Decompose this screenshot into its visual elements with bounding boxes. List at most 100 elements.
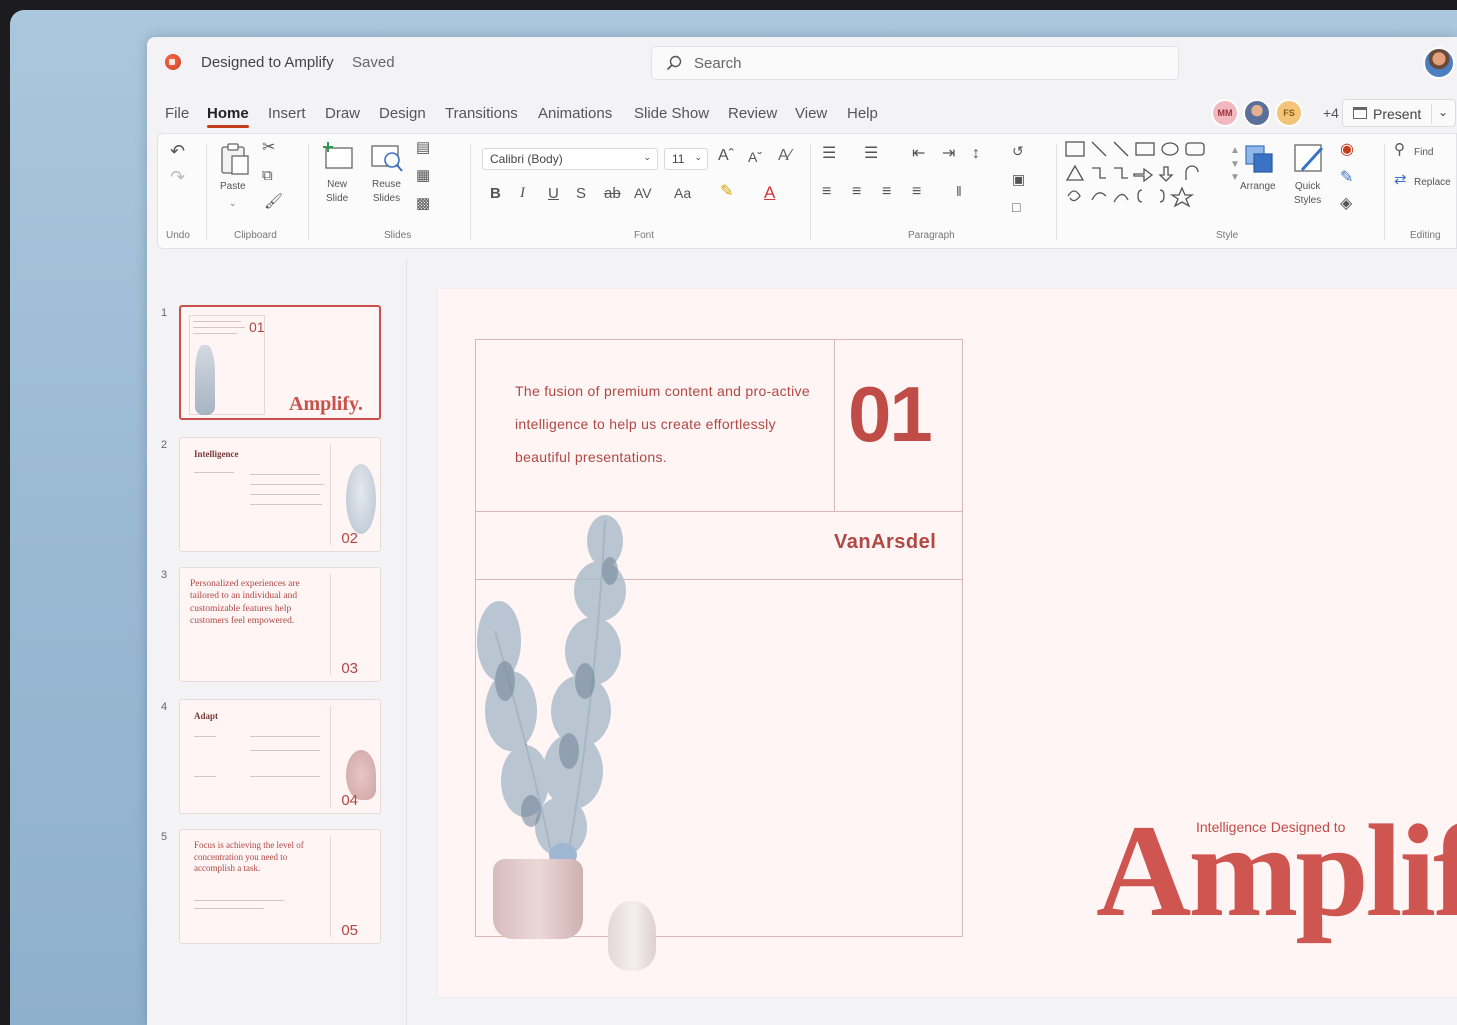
increase-indent-icon[interactable]: ⇥ — [942, 146, 955, 162]
search-icon — [666, 55, 682, 71]
smartart-icon[interactable]: □ — [1012, 200, 1020, 214]
tab-slide-show[interactable]: Slide Show — [634, 105, 709, 122]
text-direction-icon[interactable]: ↺ — [1012, 144, 1024, 158]
group-label-style: Style — [1216, 230, 1239, 241]
shapes-gallery[interactable] — [1064, 140, 1224, 210]
powerpoint-window: Designed to Amplify Saved Search File Ho… — [147, 37, 1457, 1025]
tab-help[interactable]: Help — [847, 105, 878, 122]
tab-home[interactable]: Home — [207, 105, 249, 128]
line-spacing-icon[interactable]: ↕ — [972, 146, 980, 162]
redo-icon[interactable]: ↷ — [170, 168, 185, 186]
slide-label: 03 — [341, 660, 358, 677]
shadow-button[interactable]: S — [576, 186, 586, 201]
align-left-icon[interactable]: ≡ — [822, 184, 831, 200]
arrange-icon[interactable] — [1242, 142, 1276, 176]
slide-title: Intelligence — [194, 449, 239, 459]
main-slide[interactable]: The fusion of premium content and pro-ac… — [438, 289, 1457, 997]
shape-effects-icon[interactable]: ◈ — [1340, 196, 1352, 212]
slide-headline[interactable]: Amplify. — [1096, 794, 1457, 947]
highlight-icon[interactable]: ✎ — [720, 184, 733, 200]
chevron-down-icon[interactable]: ⌄ — [1438, 105, 1448, 119]
slide-title: Focus is achieving the level of concentr… — [194, 840, 304, 874]
slide-number: 4 — [161, 701, 168, 713]
chevron-down-icon[interactable]: ⌄ — [229, 198, 237, 209]
tab-review[interactable]: Review — [728, 105, 777, 122]
slide-thumbnail-5[interactable]: Focus is achieving the level of concentr… — [179, 829, 381, 944]
reuse-slides-icon[interactable] — [370, 142, 406, 174]
slide-thumbnail-3[interactable]: Personalized experiences are tailored to… — [179, 567, 381, 682]
collaborator-avatar[interactable]: MM — [1211, 99, 1239, 127]
replace-icon[interactable]: ⇄ — [1394, 172, 1407, 187]
slide-label: 02 — [341, 530, 358, 547]
find-icon[interactable]: ⚲ — [1394, 142, 1405, 157]
font-color-icon[interactable]: A — [764, 184, 775, 201]
slide-thumbnail-2[interactable]: Intelligence 02 — [179, 437, 381, 552]
new-slide-button[interactable]: New Slide — [326, 178, 348, 205]
tab-draw[interactable]: Draw — [325, 105, 360, 122]
collaborator-avatar[interactable] — [1243, 99, 1271, 127]
decrease-font-icon[interactable]: Aˇ — [748, 150, 762, 164]
shape-outline-icon[interactable]: ✎ — [1340, 170, 1353, 186]
character-spacing-icon[interactable]: AV — [634, 186, 652, 200]
columns-icon[interactable]: ‖ — [956, 184, 962, 198]
increase-font-icon[interactable]: Aˆ — [718, 148, 734, 164]
align-center-icon[interactable]: ≡ — [852, 184, 861, 200]
present-button[interactable]: Present ⌄ — [1342, 99, 1456, 127]
section-icon[interactable]: ▩ — [416, 196, 430, 211]
powerpoint-logo-icon — [165, 54, 181, 70]
clear-formatting-icon[interactable]: A∕ — [778, 148, 791, 164]
tab-file[interactable]: File — [165, 105, 189, 122]
new-slide-icon[interactable] — [322, 142, 356, 172]
font-size-dropdown[interactable]: 11 ⌄ — [664, 148, 708, 170]
slide-number-label[interactable]: 01 — [848, 369, 933, 460]
slide-thumbnail-4[interactable]: Adapt 04 — [179, 699, 381, 814]
reset-icon[interactable]: ▦ — [416, 168, 430, 183]
tab-animations[interactable]: Animations — [538, 105, 612, 122]
slide-body-text[interactable]: The fusion of premium content and pro-ac… — [515, 375, 815, 474]
tab-insert[interactable]: Insert — [268, 105, 306, 122]
cut-icon[interactable]: ✂ — [262, 140, 275, 156]
undo-icon[interactable]: ↶ — [170, 142, 185, 160]
strikethrough-icon[interactable]: ab — [604, 186, 621, 201]
bullets-icon[interactable]: ☰ — [822, 146, 836, 162]
reuse-slides-button[interactable]: Reuse Slides — [372, 178, 401, 205]
find-button[interactable]: Find — [1414, 146, 1433, 160]
account-avatar[interactable] — [1423, 47, 1455, 79]
tab-design[interactable]: Design — [379, 105, 426, 122]
arrange-button[interactable]: Arrange — [1240, 180, 1276, 194]
slide-title: Amplify. — [289, 393, 363, 415]
tab-transitions[interactable]: Transitions — [445, 105, 518, 122]
document-title[interactable]: Designed to Amplify — [201, 54, 334, 71]
present-label: Present — [1373, 106, 1422, 122]
italic-button[interactable]: I — [520, 186, 525, 201]
brand-logo-text[interactable]: VanArsdel — [834, 531, 936, 554]
group-label-editing: Editing — [1410, 230, 1441, 241]
font-name-dropdown[interactable]: Calibri (Body) ⌄ — [482, 148, 658, 170]
numbering-icon[interactable]: ☰ — [864, 146, 878, 162]
gallery-scroll[interactable]: ▲ ▼ ▼ — [1230, 144, 1240, 185]
layout-icon[interactable]: ▤ — [416, 140, 430, 155]
paste-icon[interactable] — [218, 142, 252, 176]
shape-fill-icon[interactable]: ◉ — [1340, 142, 1354, 158]
underline-button[interactable]: U — [548, 186, 559, 201]
quick-styles-icon[interactable] — [1292, 142, 1326, 176]
slide-title: Adapt — [194, 711, 219, 721]
bold-button[interactable]: B — [490, 186, 501, 201]
search-box[interactable]: Search — [651, 46, 1179, 80]
collaborator-avatar[interactable]: FS — [1275, 99, 1303, 127]
more-collaborators[interactable]: +4 — [1323, 105, 1339, 121]
quick-styles-button[interactable]: Quick Styles — [1294, 180, 1321, 207]
decrease-indent-icon[interactable]: ⇤ — [912, 146, 925, 162]
slide-number: 3 — [161, 569, 168, 581]
replace-button[interactable]: Replace — [1414, 176, 1451, 190]
justify-icon[interactable]: ≡ — [912, 184, 921, 200]
tab-view[interactable]: View — [795, 105, 827, 122]
slide-thumbnail-pane: 1 01 Amplify. 2 Intelligence 02 3 Person… — [157, 259, 407, 1025]
change-case-icon[interactable]: Aa — [674, 186, 691, 200]
format-painter-icon[interactable]: 🖌 — [264, 194, 283, 209]
paste-button[interactable]: Paste — [220, 180, 246, 194]
align-right-icon[interactable]: ≡ — [882, 184, 891, 200]
align-text-icon[interactable]: ▣ — [1012, 172, 1025, 186]
slide-thumbnail-1[interactable]: 01 Amplify. — [179, 305, 381, 420]
copy-icon[interactable]: ⧉ — [262, 168, 273, 183]
